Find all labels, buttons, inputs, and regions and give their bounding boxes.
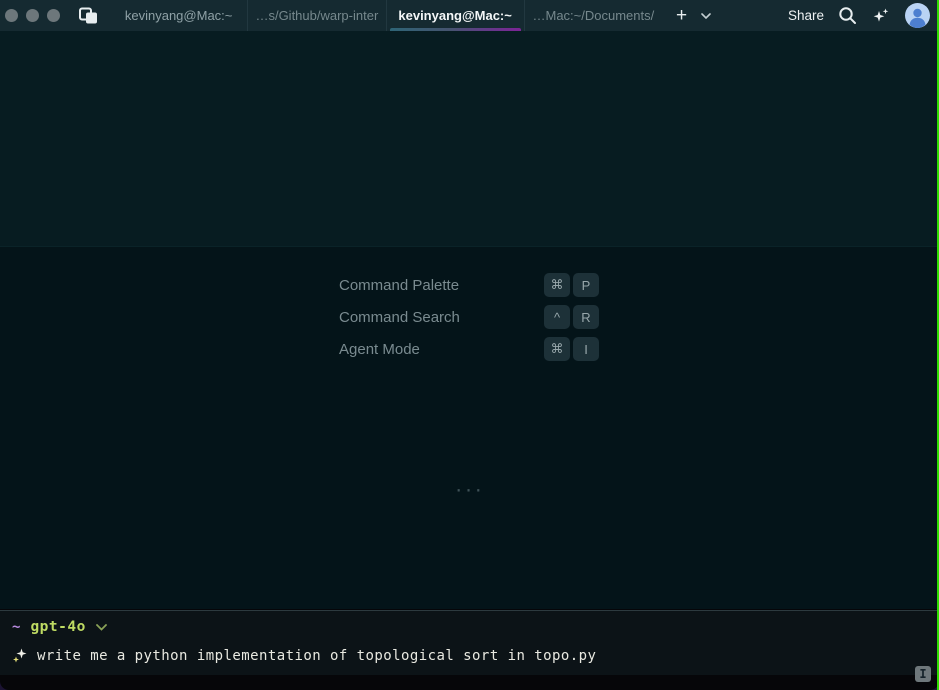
shortcut-hints-panel: Command Palette ⌘ P Command Search ^ R A… bbox=[339, 273, 599, 369]
shortcut-command-search: Command Search ^ R bbox=[339, 305, 599, 329]
tab-mac-documents[interactable]: …Mac:~/Documents/ bbox=[524, 0, 662, 31]
prompt-text: write me a python implementation of topo… bbox=[37, 648, 596, 664]
close-window-button[interactable] bbox=[5, 9, 18, 22]
share-button[interactable]: Share bbox=[788, 8, 824, 23]
tab-github-warp-inter[interactable]: …s/Github/warp-inter bbox=[247, 0, 385, 31]
tab-strip: kevinyang@Mac:~ …s/Github/warp-inter kev… bbox=[110, 0, 662, 31]
ai-prompt-input[interactable]: write me a python implementation of topo… bbox=[12, 647, 927, 664]
keycap-p: P bbox=[573, 273, 599, 297]
terminal-block-previous bbox=[0, 31, 939, 247]
search-icon[interactable] bbox=[838, 6, 857, 25]
model-chevron-down-icon bbox=[96, 624, 107, 631]
keycap-r: R bbox=[573, 305, 599, 329]
keycap-ctrl: ^ bbox=[544, 305, 570, 329]
shortcut-label: Agent Mode bbox=[339, 341, 420, 358]
tab-list-chevron-icon[interactable] bbox=[701, 13, 711, 19]
tab-kevinyang-mac-1[interactable]: kevinyang@Mac:~ bbox=[110, 0, 247, 31]
model-selector[interactable]: ~ gpt-4o bbox=[12, 619, 107, 635]
collapsed-block-indicator[interactable]: ··· bbox=[0, 484, 939, 499]
keycap-cmd: ⌘ bbox=[544, 273, 570, 297]
pages-panes-icon[interactable] bbox=[78, 7, 98, 25]
new-tab-button[interactable]: + bbox=[676, 6, 687, 25]
shortcut-agent-mode: Agent Mode ⌘ I bbox=[339, 337, 599, 361]
shortcut-label: Command Palette bbox=[339, 277, 459, 294]
keycap-cmd: ⌘ bbox=[544, 337, 570, 361]
ai-sparkle-icon[interactable] bbox=[872, 7, 890, 25]
terminal-body[interactable]: Command Palette ⌘ P Command Search ^ R A… bbox=[0, 31, 939, 610]
ai-input-panel: ~ gpt-4o write me a python implementatio… bbox=[0, 611, 939, 675]
shortcut-command-palette: Command Palette ⌘ P bbox=[339, 273, 599, 297]
traffic-lights bbox=[0, 9, 66, 22]
keycap-i: I bbox=[573, 337, 599, 361]
warp-terminal-window: kevinyang@Mac:~ …s/Github/warp-inter kev… bbox=[0, 0, 939, 690]
tab-label: …s/Github/warp-inter bbox=[255, 8, 378, 23]
screen: kevinyang@Mac:~ …s/Github/warp-inter kev… bbox=[0, 0, 939, 690]
model-name: gpt-4o bbox=[30, 619, 85, 635]
tab-label: …Mac:~/Documents/ bbox=[533, 8, 655, 23]
model-prefix-tilde: ~ bbox=[12, 619, 20, 635]
maximize-window-button[interactable] bbox=[47, 9, 60, 22]
tab-bar: kevinyang@Mac:~ …s/Github/warp-inter kev… bbox=[0, 0, 939, 31]
shortcut-label: Command Search bbox=[339, 309, 460, 326]
tab-kevinyang-mac-active[interactable]: kevinyang@Mac:~ bbox=[386, 0, 524, 31]
prompt-sparkle-icon bbox=[12, 647, 28, 664]
tab-label: kevinyang@Mac:~ bbox=[398, 8, 511, 23]
tab-label: kevinyang@Mac:~ bbox=[125, 8, 233, 23]
insert-key-badge: I bbox=[915, 666, 931, 682]
user-avatar[interactable] bbox=[905, 3, 930, 28]
minimize-window-button[interactable] bbox=[26, 9, 39, 22]
